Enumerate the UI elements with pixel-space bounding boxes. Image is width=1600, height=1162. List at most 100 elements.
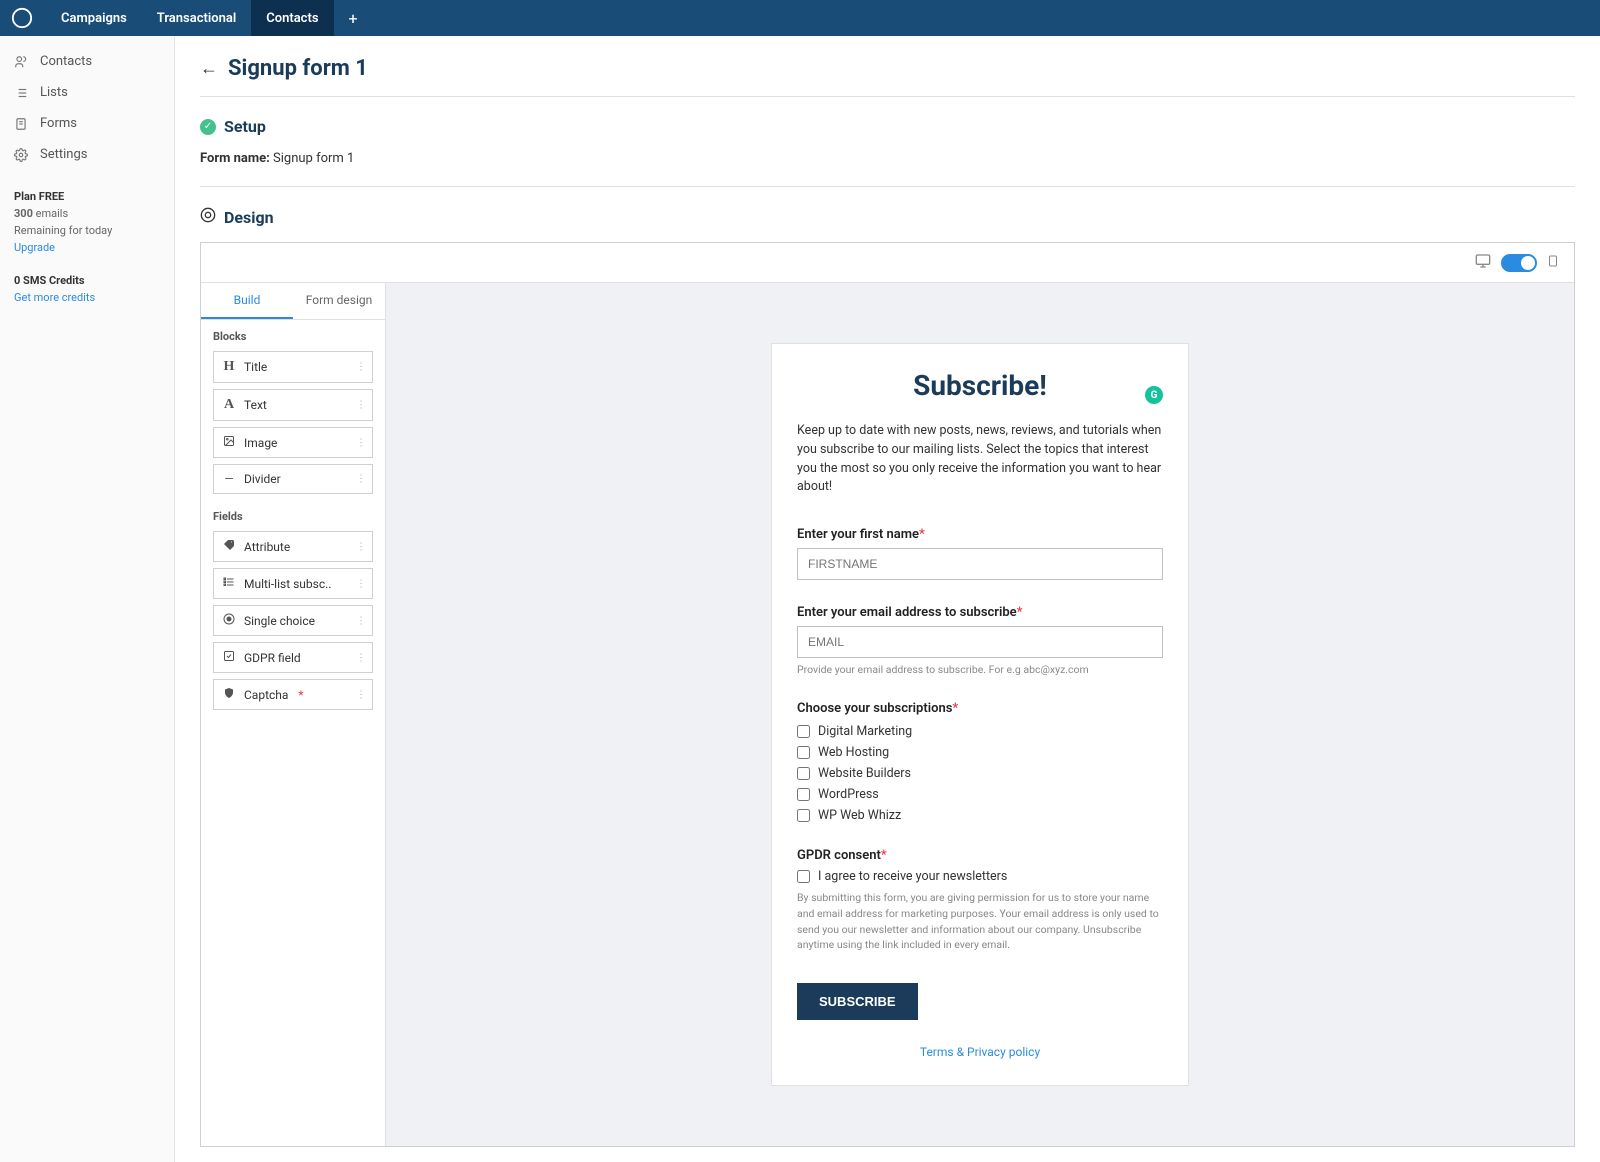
gdpr-label: GPDR consent* xyxy=(797,848,1163,863)
list-icon xyxy=(222,576,236,591)
preview-area: G Subscribe! Keep up to date with new po… xyxy=(386,283,1574,1146)
back-arrow-icon[interactable]: ← xyxy=(200,58,218,79)
credits-link[interactable]: Get more credits xyxy=(14,291,160,304)
sidebar-item-settings[interactable]: Settings xyxy=(0,139,174,170)
block-title[interactable]: HTitle⋮ xyxy=(213,351,373,383)
gdpr-checkbox-row[interactable]: I agree to receive your newsletters xyxy=(797,869,1163,884)
shield-icon xyxy=(222,687,236,702)
email-field: Enter your email address to subscribe* P… xyxy=(797,605,1163,676)
drag-icon: ⋮ xyxy=(356,474,366,485)
gdpr-text: By submitting this form, you are giving … xyxy=(797,890,1163,953)
nav-add-button[interactable]: + xyxy=(334,9,373,28)
divider xyxy=(200,186,1575,187)
subscribe-button[interactable]: SUBSCRIBE xyxy=(797,983,918,1020)
forms-icon xyxy=(14,117,28,131)
device-toggle[interactable] xyxy=(1501,254,1537,272)
main-content: ← Signup form 1 ✓ Setup Form name: Signu… xyxy=(175,36,1600,1162)
checkbox-input[interactable] xyxy=(797,870,810,883)
plan-emails: 300 emails xyxy=(14,207,160,220)
check-icon: ✓ xyxy=(200,119,216,135)
block-divider[interactable]: —Divider⋮ xyxy=(213,464,373,494)
sidebar: Contacts Lists Forms Settings Plan FREE … xyxy=(0,36,175,1162)
circle-icon xyxy=(200,207,216,227)
sidebar-item-contacts[interactable]: Contacts xyxy=(0,46,174,77)
drag-icon: ⋮ xyxy=(356,578,366,589)
radio-icon xyxy=(222,613,236,628)
checkbox-input[interactable] xyxy=(797,788,810,801)
design-section-head: Design xyxy=(200,207,1575,227)
mobile-icon[interactable] xyxy=(1547,253,1559,273)
checkbox-input[interactable] xyxy=(797,725,810,738)
sms-credits: 0 SMS Credits Get more credits xyxy=(0,264,174,314)
divider xyxy=(200,96,1575,97)
sidebar-item-lists[interactable]: Lists xyxy=(0,77,174,108)
sidebar-item-label: Lists xyxy=(40,85,68,100)
gear-icon xyxy=(14,148,28,162)
image-icon xyxy=(222,435,236,450)
field-captcha[interactable]: Captcha*⋮ xyxy=(213,679,373,710)
field-attribute[interactable]: Attribute⋮ xyxy=(213,531,373,562)
checkbox-input[interactable] xyxy=(797,746,810,759)
subscription-option[interactable]: Web Hosting xyxy=(797,745,1163,760)
email-hint: Provide your email address to subscribe.… xyxy=(797,663,1163,676)
drag-icon: ⋮ xyxy=(356,437,366,448)
sidebar-item-label: Forms xyxy=(40,116,77,131)
nav-tabs: Campaigns Transactional Contacts xyxy=(46,0,334,36)
nav-tab-contacts[interactable]: Contacts xyxy=(251,0,333,36)
app-logo[interactable] xyxy=(10,6,34,30)
form-name-value: Signup form 1 xyxy=(273,151,354,166)
sidebar-item-forms[interactable]: Forms xyxy=(0,108,174,139)
block-text[interactable]: AText⋮ xyxy=(213,389,373,421)
firstname-label: Enter your first name* xyxy=(797,527,1163,542)
drag-icon: ⋮ xyxy=(356,541,366,552)
checkbox-icon xyxy=(222,650,236,665)
sidebar-item-label: Settings xyxy=(40,147,87,162)
blocks-label: Blocks xyxy=(213,330,373,343)
subscription-option[interactable]: WordPress xyxy=(797,787,1163,802)
design-toolbar xyxy=(201,243,1574,283)
grammarly-badge: G xyxy=(1145,386,1163,404)
credits-title: 0 SMS Credits xyxy=(14,274,160,287)
checkbox-input[interactable] xyxy=(797,809,810,822)
subscriptions-list: Digital Marketing Web Hosting Website Bu… xyxy=(797,724,1163,823)
subscription-option[interactable]: Digital Marketing xyxy=(797,724,1163,739)
lists-icon xyxy=(14,86,28,100)
firstname-field: Enter your first name* xyxy=(797,527,1163,580)
terms-link[interactable]: Terms & Privacy policy xyxy=(920,1045,1040,1059)
upgrade-link[interactable]: Upgrade xyxy=(14,241,160,254)
desktop-icon[interactable] xyxy=(1475,253,1491,273)
tab-build[interactable]: Build xyxy=(201,283,293,319)
setup-heading: Setup xyxy=(224,117,266,136)
subscription-option[interactable]: WP Web Whizz xyxy=(797,808,1163,823)
form-name-row: Form name: Signup form 1 xyxy=(200,151,1575,166)
email-label: Enter your email address to subscribe* xyxy=(797,605,1163,620)
form-preview: G Subscribe! Keep up to date with new po… xyxy=(771,343,1189,1086)
field-multilist[interactable]: Multi-list subsc..⋮ xyxy=(213,568,373,599)
field-gdpr[interactable]: GDPR field⋮ xyxy=(213,642,373,673)
checkbox-input[interactable] xyxy=(797,767,810,780)
contacts-icon xyxy=(14,55,28,69)
nav-tab-campaigns[interactable]: Campaigns xyxy=(46,0,142,36)
heading-icon: H xyxy=(222,359,236,375)
firstname-input[interactable] xyxy=(797,548,1163,580)
drag-icon: ⋮ xyxy=(356,400,366,411)
design-heading: Design xyxy=(224,208,274,227)
block-image[interactable]: Image⋮ xyxy=(213,427,373,458)
top-nav: Campaigns Transactional Contacts + xyxy=(0,0,1600,36)
divider-icon: — xyxy=(222,472,236,486)
builder-tabs: Build Form design xyxy=(201,283,385,320)
plan-remaining: Remaining for today xyxy=(14,224,160,237)
subscription-option[interactable]: Website Builders xyxy=(797,766,1163,781)
fields-section: Fields Attribute⋮ Multi-list subsc..⋮ Si… xyxy=(201,510,385,726)
field-single-choice[interactable]: Single choice⋮ xyxy=(213,605,373,636)
setup-section-head: ✓ Setup xyxy=(200,117,1575,136)
required-star: * xyxy=(298,688,303,702)
tab-form-design[interactable]: Form design xyxy=(293,283,385,319)
page-title: Signup form 1 xyxy=(228,56,368,81)
subscriptions-label: Choose your subscriptions* xyxy=(797,701,1163,716)
sidebar-item-label: Contacts xyxy=(40,54,92,69)
fields-label: Fields xyxy=(213,510,373,523)
nav-tab-transactional[interactable]: Transactional xyxy=(142,0,251,36)
email-input[interactable] xyxy=(797,626,1163,658)
page-header: ← Signup form 1 xyxy=(200,56,1575,81)
